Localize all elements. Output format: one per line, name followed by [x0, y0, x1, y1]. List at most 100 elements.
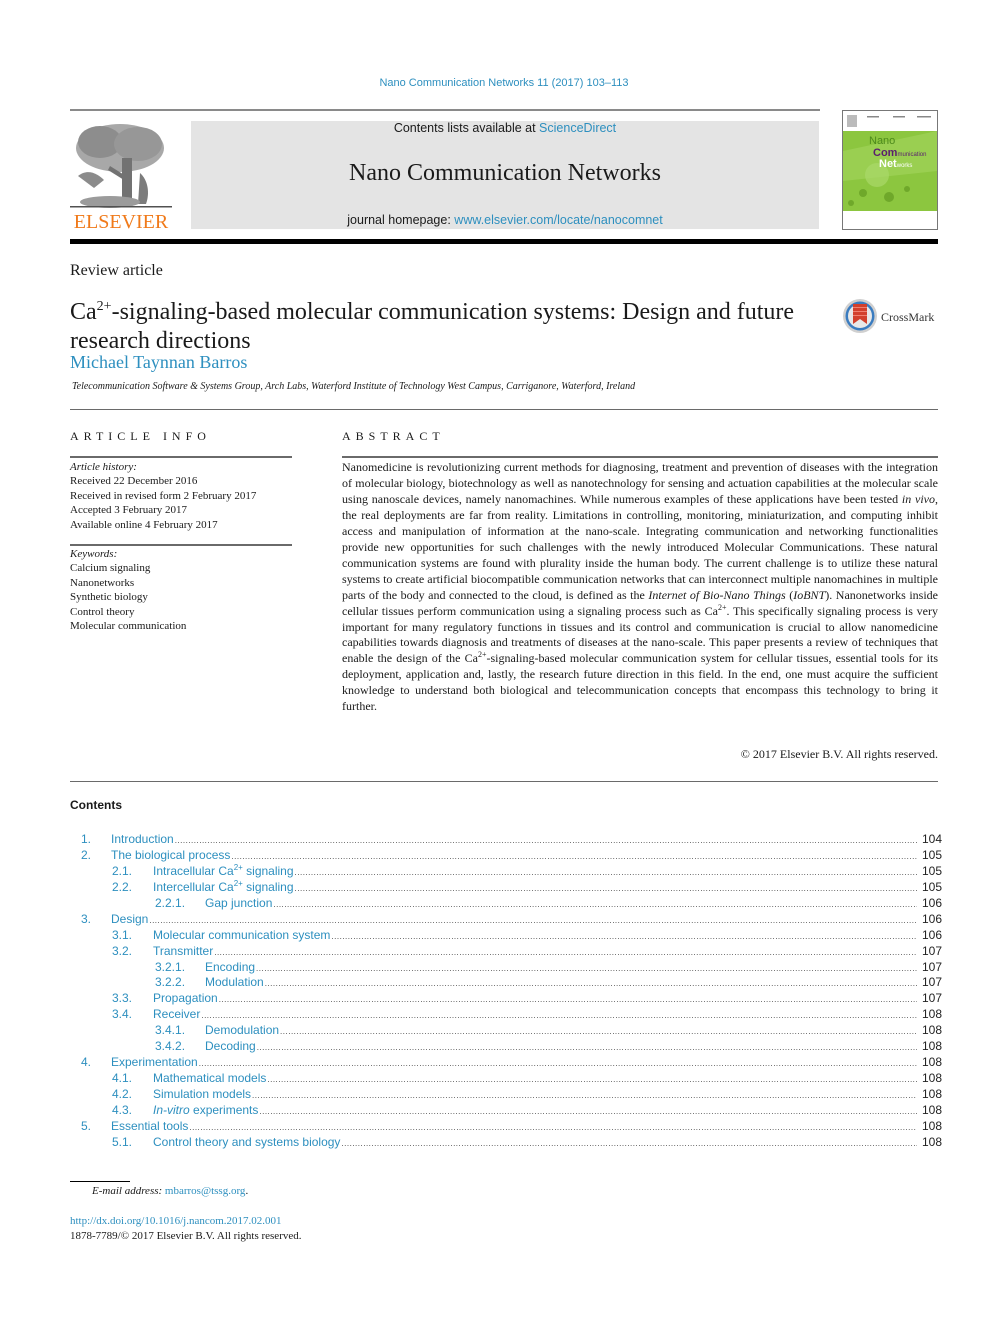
toc-number: 3.1.	[112, 927, 133, 942]
toc-title-link[interactable]: Introduction	[111, 832, 174, 848]
title-superscript: 2+	[96, 299, 112, 314]
toc-number: 3.2.2.	[155, 975, 186, 990]
toc-entry[interactable]: 3.3. Propagation.........................…	[70, 991, 942, 1007]
toc-entry[interactable]: 4.1. Mathematical models.................…	[70, 1071, 942, 1087]
history-label: Article history:	[70, 461, 137, 473]
toc-superscript: 2+	[233, 878, 243, 888]
toc-title-link[interactable]: Receiver	[153, 1007, 200, 1023]
contents-prefix: Contents lists available at	[393, 121, 540, 135]
keyword: Nanonetworks	[70, 576, 135, 589]
toc-page-number: 106	[921, 927, 942, 942]
toc-entry[interactable]: 2. The biological process................…	[70, 848, 942, 864]
author-name-link[interactable]: Michael Taynnan Barros	[70, 352, 247, 373]
toc-title-text: Demodulation	[205, 1023, 280, 1038]
toc-title-text: Mathematical models	[153, 1071, 267, 1086]
journal-cover-image: Nano Communication Networks	[843, 111, 937, 229]
toc-title-link[interactable]: Intercellular Ca2+ signaling	[153, 878, 294, 896]
toc-title-link[interactable]: Gap junction	[205, 896, 272, 912]
footnote-rule	[70, 1181, 130, 1182]
toc-title-link[interactable]: In-vitro experiments	[153, 1103, 258, 1119]
cover-line3-big: Net	[879, 158, 897, 170]
toc-entry[interactable]: 2.1. Intracellular Ca2+ signaling........…	[70, 863, 942, 880]
journal-homepage-line: journal homepage: www.elsevier.com/locat…	[191, 213, 819, 227]
toc-title-text: The biological process	[111, 847, 231, 862]
toc-leader-dots: ........................................…	[273, 899, 917, 909]
toc-page-number: 108	[921, 1118, 942, 1133]
toc-title-link[interactable]: Design	[111, 912, 148, 928]
crossmark-button[interactable]: CrossMark	[842, 297, 942, 335]
toc-page-number: 108	[921, 1071, 942, 1086]
toc-title-link[interactable]: Molecular communication system	[153, 928, 330, 944]
toc-title-link[interactable]: Modulation	[205, 975, 264, 991]
toc-title-link[interactable]: Essential tools	[111, 1119, 188, 1135]
toc-entry[interactable]: 3. Design................................…	[70, 912, 942, 928]
toc-leader-dots: ........................................…	[198, 1059, 917, 1069]
journal-citation[interactable]: Nano Communication Networks 11 (2017) 10…	[0, 77, 992, 89]
toc-title-link[interactable]: Transmitter	[153, 944, 213, 960]
toc-leader-dots: ........................................…	[259, 1106, 917, 1116]
toc-entry[interactable]: 3.2.1. Encoding..........................…	[70, 960, 942, 976]
toc-title-link[interactable]: Experimentation	[111, 1055, 198, 1071]
toc-entry[interactable]: 3.4.2. Decoding..........................…	[70, 1039, 942, 1055]
toc-entry[interactable]: 4.3. In-vitro experiments................…	[70, 1103, 942, 1119]
toc-entry[interactable]: 3.2. Transmitter.........................…	[70, 944, 942, 960]
toc-title-text: Modulation	[205, 975, 264, 990]
elsevier-logo[interactable]: ELSEVIER	[70, 118, 172, 233]
toc-title-link[interactable]: Propagation	[153, 991, 218, 1007]
toc-title-text: Control theory and systems biology	[153, 1134, 341, 1149]
toc-title-italic: In-vitro	[153, 1102, 190, 1117]
toc-title-text: Decoding	[205, 1039, 256, 1054]
elsevier-tree-icon: ELSEVIER	[70, 124, 172, 233]
toc-leader-dots: ........................................…	[256, 1043, 917, 1053]
sciencedirect-link[interactable]: ScienceDirect	[539, 121, 616, 135]
toc-number: 3.4.2.	[155, 1039, 186, 1054]
toc-entry[interactable]: 1. Introduction..........................…	[70, 832, 942, 848]
toc-entry[interactable]: 3.1. Molecular communication system......…	[70, 928, 942, 944]
toc-title-link[interactable]: Mathematical models	[153, 1071, 266, 1087]
toc-page-number: 108	[921, 1007, 942, 1022]
toc-entry[interactable]: 5. Essential tools.......................…	[70, 1119, 942, 1135]
journal-cover-thumbnail[interactable]: Nano Communication Networks	[842, 110, 938, 230]
journal-homepage-link[interactable]: www.elsevier.com/locate/nanocomnet	[454, 213, 662, 227]
header-thick-rule	[70, 239, 938, 244]
abstract-copyright: © 2017 Elsevier B.V. All rights reserved…	[740, 747, 938, 761]
toc-leader-dots: ........................................…	[264, 979, 917, 989]
contents-available-line: Contents lists available at ScienceDirec…	[191, 121, 819, 135]
toc-entry[interactable]: 4.2. Simulation models...................…	[70, 1087, 942, 1103]
table-of-contents: 1. Introduction..........................…	[70, 832, 942, 1151]
divider	[70, 456, 292, 458]
toc-title-link[interactable]: The biological process	[111, 848, 230, 864]
email-link[interactable]: mbarros@tssg.org	[165, 1185, 246, 1197]
toc-title-link[interactable]: Control theory and systems biology	[153, 1135, 340, 1151]
toc-title-link[interactable]: Intracellular Ca2+ signaling	[153, 863, 294, 880]
toc-entry[interactable]: 3.2.2. Modulation........................…	[70, 975, 942, 991]
toc-leader-dots: ........................................…	[174, 836, 917, 845]
toc-entry[interactable]: 2.2.1. Gap junction......................…	[70, 896, 942, 912]
history-item: Accepted 3 February 2017	[70, 504, 187, 517]
toc-title-text: Molecular communication system	[153, 927, 331, 942]
toc-leader-dots: ........................................…	[252, 1091, 917, 1100]
toc-entry[interactable]: 5.1. Control theory and systems biology..…	[70, 1135, 942, 1151]
toc-leader-dots: ........................................…	[294, 867, 917, 877]
toc-number: 5.1.	[112, 1134, 133, 1149]
history-item: Received in revised form 2 February 2017	[70, 489, 257, 502]
toc-title-link[interactable]: Simulation models	[153, 1087, 251, 1103]
doi-link[interactable]: http://dx.doi.org/10.1016/j.nancom.2017.…	[70, 1215, 282, 1227]
toc-title-link[interactable]: Encoding	[205, 960, 255, 976]
toc-number: 4.1.	[112, 1071, 133, 1086]
toc-title-link[interactable]: Decoding	[205, 1039, 256, 1055]
toc-title-text: Gap junction	[205, 895, 273, 910]
toc-title-link[interactable]: Demodulation	[205, 1023, 279, 1039]
toc-entry[interactable]: 3.4. Receiver............................…	[70, 1007, 942, 1023]
history-item: Received 22 December 2016	[70, 475, 198, 488]
toc-entry[interactable]: 4. Experimentation.......................…	[70, 1055, 942, 1071]
toc-page-number: 108	[921, 1055, 942, 1070]
abstract-italic: Internet of Bio-Nano Things	[648, 587, 786, 602]
toc-entry[interactable]: 2.2. Intercellular Ca2+ signaling........…	[70, 878, 942, 896]
abstract-italic: IoBNT	[793, 587, 826, 602]
toc-leader-dots: ........................................…	[294, 883, 917, 893]
keyword: Synthetic biology	[70, 591, 148, 604]
toc-entry[interactable]: 3.4.1. Demodulation......................…	[70, 1023, 942, 1039]
toc-title-text: Transmitter	[153, 943, 214, 958]
abstract-segment: , the real deployments are far from real…	[342, 491, 938, 602]
